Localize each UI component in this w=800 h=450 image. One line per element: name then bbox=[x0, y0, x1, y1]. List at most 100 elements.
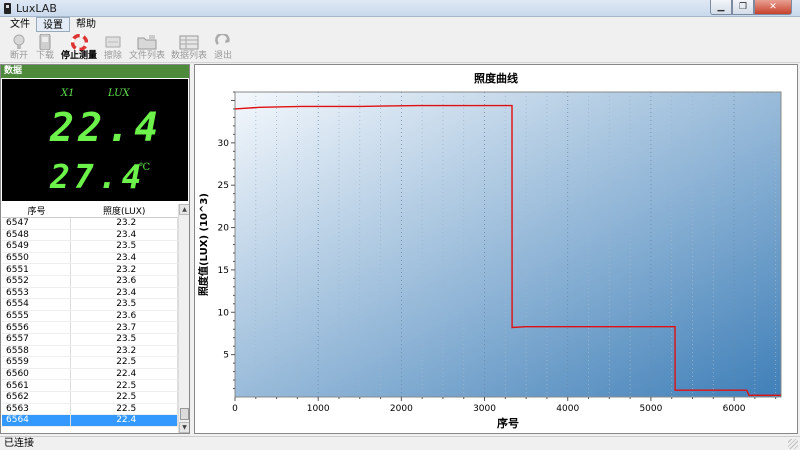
file-list-button[interactable]: 文件列表 bbox=[126, 32, 168, 62]
channel-label: X1 bbox=[61, 88, 75, 99]
menu-bar: 文件 设置 帮助 bbox=[0, 17, 800, 32]
cell-lux: 23.2 bbox=[70, 217, 178, 230]
table-row[interactable]: 6551 23.2 bbox=[2, 263, 178, 276]
toolbar: 断开 下载 停止测量 擦除 文件列表 数据列表 退出 bbox=[0, 32, 800, 63]
cell-index: 6554 bbox=[2, 298, 72, 311]
vertical-scrollbar[interactable]: ▲ ▼ bbox=[178, 204, 189, 433]
y-tick-label: 5 bbox=[223, 351, 229, 361]
cell-lux: 23.5 bbox=[70, 240, 178, 253]
table-row[interactable]: 6555 23.6 bbox=[2, 310, 178, 323]
cell-lux: 23.6 bbox=[70, 275, 178, 288]
window-controls: ▁ ❐ ✕ bbox=[710, 0, 792, 15]
disconnect-label: 断开 bbox=[9, 51, 28, 61]
table-row[interactable]: 6560 22.4 bbox=[2, 368, 178, 381]
cell-lux: 23.2 bbox=[70, 263, 178, 276]
cell-index: 6551 bbox=[2, 263, 72, 276]
cell-lux: 23.4 bbox=[70, 229, 178, 242]
data-list-button[interactable]: 数据列表 bbox=[168, 32, 210, 62]
chart-panel: 照度曲线 0 1000 2000 3000 4000 5000 6000 5 10 15 20 25 3… bbox=[194, 64, 798, 434]
cell-index: 6547 bbox=[2, 217, 72, 230]
table-row[interactable]: 6552 23.6 bbox=[2, 275, 178, 288]
cell-lux: 22.5 bbox=[70, 379, 178, 392]
y-tick-label: 25 bbox=[218, 181, 229, 191]
table-row[interactable]: 6553 23.4 bbox=[2, 287, 178, 300]
data-panel: 数据 X1 LUX 22.4 27.4 ℃ 序号 照度(LUX) 6547 23.… bbox=[0, 64, 190, 434]
minimize-icon: ▁ bbox=[717, 2, 725, 12]
cell-index: 6563 bbox=[2, 403, 72, 416]
table-row[interactable]: 6548 23.4 bbox=[2, 229, 178, 242]
cell-index: 6553 bbox=[2, 287, 72, 300]
disconnect-button[interactable]: 断开 bbox=[6, 32, 32, 62]
cell-index: 6556 bbox=[2, 321, 72, 334]
cell-index: 6559 bbox=[2, 356, 72, 369]
cell-lux: 22.4 bbox=[70, 368, 178, 381]
data-list-label: 数据列表 bbox=[171, 51, 208, 61]
cell-lux: 23.7 bbox=[70, 321, 178, 334]
cell-lux: 23.5 bbox=[70, 298, 178, 311]
data-table: 序号 照度(LUX) 6547 23.2 6548 23.4 6549 23.5 6550 2… bbox=[2, 204, 178, 427]
menu-file[interactable]: 文件 bbox=[4, 17, 36, 32]
x-tick-label: 4000 bbox=[556, 404, 579, 414]
scrollbar-thumb[interactable] bbox=[180, 408, 189, 420]
menu-settings[interactable]: 设置 bbox=[36, 17, 70, 32]
column-header-index[interactable]: 序号 bbox=[2, 204, 71, 218]
x-tick-label: 1000 bbox=[307, 404, 330, 414]
restore-icon: ❐ bbox=[738, 2, 748, 12]
stop-measure-button[interactable]: 停止测量 bbox=[58, 32, 100, 62]
status-text: 已连接 bbox=[4, 438, 34, 449]
temperature-unit: ℃ bbox=[139, 162, 151, 173]
cell-index: 6560 bbox=[2, 368, 72, 381]
cell-index: 6558 bbox=[2, 345, 72, 358]
illuminance-chart[interactable]: 0 1000 2000 3000 4000 5000 600051015202530 序号 … bbox=[195, 65, 797, 433]
menu-help[interactable]: 帮助 bbox=[70, 17, 102, 32]
unit-label: LUX bbox=[108, 88, 130, 99]
y-tick-label: 15 bbox=[218, 266, 229, 276]
lightbulb-icon bbox=[9, 34, 29, 50]
eraser-icon bbox=[103, 34, 123, 50]
scroll-up-icon[interactable]: ▲ bbox=[179, 204, 189, 215]
table-row[interactable]: 6563 22.5 bbox=[2, 403, 178, 416]
file-list-label: 文件列表 bbox=[129, 51, 166, 61]
cell-lux: 22.4 bbox=[70, 414, 178, 427]
x-tick-label: 6000 bbox=[723, 404, 746, 414]
table-row[interactable]: 6557 23.5 bbox=[2, 333, 178, 346]
folder-icon bbox=[137, 34, 157, 50]
table-row[interactable]: 6559 22.5 bbox=[2, 356, 178, 369]
cell-lux: 23.5 bbox=[70, 333, 178, 346]
erase-button[interactable]: 擦除 bbox=[100, 32, 126, 62]
table-row[interactable]: 6549 23.5 bbox=[2, 240, 178, 253]
exit-button[interactable]: 退出 bbox=[210, 32, 236, 62]
table-icon bbox=[179, 34, 199, 50]
download-button[interactable]: 下载 bbox=[32, 32, 58, 62]
minimize-button[interactable]: ▁ bbox=[710, 0, 732, 15]
data-table-wrap: 序号 照度(LUX) 6547 23.2 6548 23.4 6549 23.5 6550 2… bbox=[2, 204, 189, 434]
table-row[interactable]: 6556 23.7 bbox=[2, 321, 178, 334]
app-icon bbox=[4, 3, 11, 14]
cell-index: 6561 bbox=[2, 379, 72, 392]
y-tick-label: 10 bbox=[218, 308, 230, 318]
lux-readout: 22.4 bbox=[50, 105, 163, 151]
x-tick-label: 0 bbox=[232, 404, 238, 414]
exit-icon bbox=[213, 34, 233, 50]
title-bar: LuxLAB ▁ ❐ ✕ bbox=[0, 0, 800, 17]
resize-grip-icon[interactable] bbox=[788, 439, 798, 449]
table-row[interactable]: 6564 22.4 bbox=[2, 414, 178, 427]
lifebuoy-icon bbox=[69, 33, 89, 51]
y-axis-label: 照度值(LUX) (10^3) bbox=[197, 193, 210, 296]
table-row[interactable]: 6561 22.5 bbox=[2, 379, 178, 392]
table-row[interactable]: 6554 23.5 bbox=[2, 298, 178, 311]
scroll-down-icon[interactable]: ▼ bbox=[179, 422, 189, 433]
cell-index: 6552 bbox=[2, 275, 72, 288]
table-row[interactable]: 6558 23.2 bbox=[2, 345, 178, 358]
window-title: LuxLAB bbox=[16, 2, 57, 15]
cell-lux: 23.2 bbox=[70, 345, 178, 358]
maximize-button[interactable]: ❐ bbox=[732, 0, 754, 15]
plot-area bbox=[234, 91, 782, 398]
table-row[interactable]: 6562 22.5 bbox=[2, 391, 178, 404]
y-tick-label: 30 bbox=[218, 139, 230, 149]
column-header-lux[interactable]: 照度(LUX) bbox=[70, 204, 178, 218]
table-row[interactable]: 6547 23.2 bbox=[2, 217, 178, 230]
table-row[interactable]: 6550 23.4 bbox=[2, 252, 178, 265]
close-button[interactable]: ✕ bbox=[754, 0, 792, 15]
status-bar: 已连接 bbox=[0, 436, 800, 450]
